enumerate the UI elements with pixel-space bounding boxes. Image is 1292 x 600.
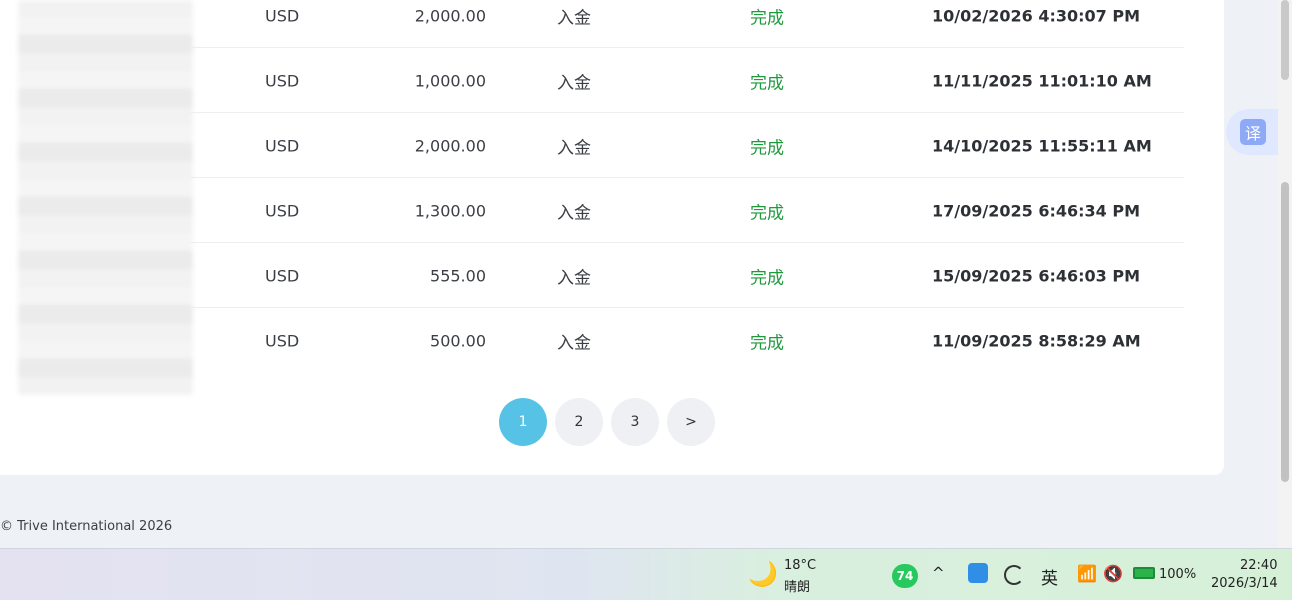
page: USD 2,000.00 入金 完成 10/02/2026 4:30:07 PM USD 1… (0, 0, 1292, 548)
translate-button[interactable]: 译 (1226, 109, 1282, 155)
table-row: USD 1,000.00 入金 完成 11/11/2025 11:01:10 AM (190, 48, 1184, 113)
amount-cell: 1,000.00 (414, 71, 486, 90)
type-cell: 入金 (557, 73, 591, 93)
transactions-card: USD 2,000.00 入金 完成 10/02/2026 4:30:07 PM USD 1… (0, 0, 1224, 475)
tray-app-icon[interactable] (968, 563, 988, 583)
type-cell: 入金 (557, 333, 591, 353)
type-cell: 入金 (557, 8, 591, 28)
type-cell: 入金 (557, 138, 591, 158)
clock-date[interactable]: 2026/3/14 (1211, 576, 1278, 591)
page-1-button[interactable]: 1 (499, 398, 547, 446)
table-row: USD 500.00 入金 完成 11/09/2025 8:58:29 AM (190, 308, 1184, 373)
pagination: 1 2 3 > (499, 398, 715, 446)
scrollbar-track-top (1281, 0, 1289, 80)
table-row: USD 2,000.00 入金 完成 10/02/2026 4:30:07 PM (190, 0, 1184, 48)
status-cell: 完成 (750, 333, 784, 353)
scrollbar[interactable] (1278, 0, 1292, 548)
status-cell: 完成 (750, 73, 784, 93)
translate-icon: 译 (1240, 119, 1266, 145)
currency-cell: USD (265, 266, 300, 285)
amount-cell: 500.00 (430, 331, 486, 350)
amount-cell: 555.00 (430, 266, 486, 285)
table-row: USD 1,300.00 入金 完成 17/09/2025 6:46:34 PM (190, 178, 1184, 243)
wifi-icon[interactable]: 📶 (1077, 564, 1097, 583)
currency-cell: USD (265, 136, 300, 155)
page-3-button[interactable]: 3 (611, 398, 659, 446)
clock-time[interactable]: 22:40 (1240, 558, 1277, 573)
time-cell: 11/11/2025 11:01:10 AM (932, 71, 1152, 90)
currency-cell: USD (265, 201, 300, 220)
table-row: USD 555.00 入金 完成 15/09/2025 6:46:03 PM (190, 243, 1184, 308)
currency-cell: USD (265, 6, 300, 25)
type-cell: 入金 (557, 203, 591, 223)
amount-cell: 1,300.00 (414, 201, 486, 220)
chevron-up-icon[interactable]: ^ (932, 564, 945, 582)
currency-cell: USD (265, 331, 300, 350)
input-method-indicator[interactable]: 英 (1041, 564, 1058, 589)
time-cell: 17/09/2025 6:46:34 PM (932, 201, 1140, 220)
status-cell: 完成 (750, 268, 784, 288)
battery-icon[interactable] (1133, 567, 1155, 579)
amount-cell: 2,000.00 (414, 136, 486, 155)
time-cell: 10/02/2026 4:30:07 PM (932, 6, 1140, 25)
battery-percentage: 100% (1159, 567, 1197, 582)
table-row: USD 2,000.00 入金 完成 14/10/2025 11:55:11 AM (190, 113, 1184, 178)
type-cell: 入金 (557, 268, 591, 288)
status-cell: 完成 (750, 138, 784, 158)
time-cell: 15/09/2025 6:46:03 PM (932, 266, 1140, 285)
redacted-column (18, 0, 193, 395)
time-cell: 11/09/2025 8:58:29 AM (932, 331, 1141, 350)
weather-description[interactable]: 晴朗 (784, 576, 810, 595)
scrollbar-thumb[interactable] (1281, 182, 1289, 482)
amount-cell: 2,000.00 (414, 6, 486, 25)
page-2-button[interactable]: 2 (555, 398, 603, 446)
footer-copyright: © Trive International 2026 (0, 519, 173, 534)
app-badge[interactable]: 74 (892, 564, 918, 588)
status-cell: 完成 (750, 203, 784, 223)
time-cell: 14/10/2025 11:55:11 AM (932, 136, 1152, 155)
next-page-button[interactable]: > (667, 398, 715, 446)
currency-cell: USD (265, 71, 300, 90)
status-cell: 完成 (750, 8, 784, 28)
sync-icon[interactable] (1004, 565, 1024, 585)
taskbar: 🌙 18°C 晴朗 74 ^ 英 📶 🔇 100% 22:40 2026/3/1… (0, 548, 1292, 600)
volume-muted-icon[interactable]: 🔇 (1103, 564, 1123, 583)
moon-icon[interactable]: 🌙 (748, 560, 778, 588)
weather-temperature[interactable]: 18°C (784, 558, 816, 573)
